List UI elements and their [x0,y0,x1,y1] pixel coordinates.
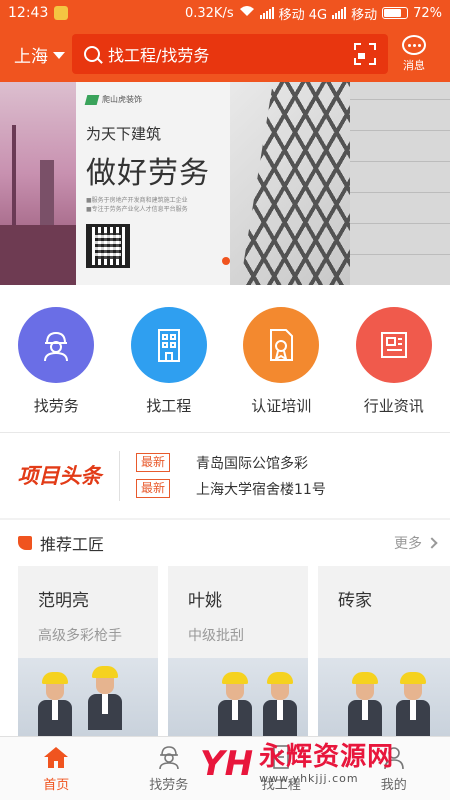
headlines-logo: 项目头条 [0,450,120,501]
watermark-url: www.yhkjjj.com [259,772,359,785]
project-headlines: 项目头条 最新 青岛国际公馆多彩 最新 上海大学宿舍楼11号 [0,432,450,518]
quick-label: 行业资讯 [363,397,424,415]
network-speed: 0.32K/s [184,5,234,21]
banner-brand: 爬山虎装饰 [102,95,142,104]
more-label: 更多 [394,536,422,552]
newspaper-icon [355,307,432,383]
city-selector[interactable]: 上海 [14,42,72,67]
craftsman-name: 砖家 [338,591,372,611]
building-icon [130,307,207,383]
flag-icon [18,536,32,550]
banner-architecture-photo [230,82,450,285]
section-title: 推荐工匠 [40,535,105,554]
new-badge: 最新 [136,453,171,472]
message-label: 消息 [403,59,425,72]
certificate-icon [243,307,320,383]
watermark: YH 永辉资源网 www.yhkjjj.com [200,742,394,785]
quick-find-labor[interactable]: 找劳务 [6,307,106,432]
banner-subtext-1: ■服务于房地产开发商和建筑施工企业 [86,197,188,204]
craftsman-skill [318,611,450,625]
recommended-craftsmen: 推荐工匠 更多 范明亮 高级多彩枪手 叶姚 中级批刮 砖家 [0,520,450,736]
city-label: 上海 [14,46,48,67]
watermark-logo: YH [200,743,254,784]
banner-slogan: 为天下建筑 [86,125,162,143]
new-badge: 最新 [136,479,171,498]
message-button[interactable]: 消息 [388,35,440,73]
craftsman-photo [168,658,308,736]
headline-item[interactable]: 最新 青岛国际公馆多彩 [136,450,450,476]
headline-text: 青岛国际公馆多彩 [196,455,309,472]
search-placeholder: 找工程/找劳务 [108,46,210,65]
craftsman-skill: 中级批刮 [188,628,244,644]
status-time: 12:43 [8,5,49,21]
craftsman-photo [318,658,450,736]
quick-label: 认证培训 [251,397,312,415]
quick-label: 找劳务 [33,397,79,415]
tab-label: 找劳务 [149,778,189,793]
status-bar: 12:43 0.32K/s 移动 4G 移动 72% [0,0,450,26]
caret-down-icon [53,51,65,59]
app-notification-icon [54,6,69,20]
search-bar[interactable]: 找工程/找劳务 [72,34,388,74]
quick-links: 找劳务 找工程 认证培训 行业资讯 [0,285,450,432]
signal-icon-2 [332,7,347,19]
banner-city-photo [0,82,80,285]
quick-find-project[interactable]: 找工程 [119,307,219,432]
carousel-indicator[interactable] [222,257,230,265]
banner-subtext-2: ■专注于劳务产业化人才信息平台服务 [86,206,188,213]
tab-label: 首页 [43,778,70,793]
worker-icon [18,307,95,383]
watermark-name: 永辉资源网 [259,742,395,772]
scan-icon[interactable] [354,43,376,65]
wifi-icon [239,5,255,21]
tab-home[interactable]: 首页 [0,737,113,800]
qr-code-icon [86,224,130,268]
quick-certification[interactable]: 认证培训 [231,307,331,432]
brand-logo-icon [84,94,100,105]
craftsman-card[interactable]: 砖家 [318,566,450,736]
headline-item[interactable]: 最新 上海大学宿舍楼11号 [136,476,450,502]
craftsman-name: 范明亮 [38,591,89,611]
craftsman-name: 叶姚 [188,591,222,611]
carrier-1: 移动 4G [278,7,328,23]
chevron-right-icon [426,537,438,549]
banner-title: 做好劳务 [86,156,210,191]
chat-bubble-icon [402,35,426,55]
promo-banner[interactable]: 爬山虎装饰 为天下建筑 做好劳务 ■服务于房地产开发商和建筑施工企业 ■专注于劳… [0,82,450,285]
quick-industry-news[interactable]: 行业资讯 [344,307,444,432]
app-header: 上海 找工程/找劳务 消息 [0,26,450,82]
craftsman-skill: 高级多彩枪手 [38,628,122,644]
battery-percent: 72% [413,5,442,21]
craftsman-card[interactable]: 叶姚 中级批刮 [168,566,308,736]
craftsman-card[interactable]: 范明亮 高级多彩枪手 [18,566,158,736]
headline-text: 上海大学宿舍楼11号 [196,481,326,498]
signal-icon [259,7,274,19]
banner-text-panel: 爬山虎装饰 为天下建筑 做好劳务 ■服务于房地产开发商和建筑施工企业 ■专注于劳… [76,82,230,285]
quick-label: 找工程 [146,397,192,415]
battery-icon [382,7,409,19]
carrier-2: 移动 [351,7,378,23]
craftsman-photo [18,658,158,736]
search-icon [84,46,100,62]
worker-icon [155,744,183,770]
home-icon [42,744,70,770]
more-link[interactable]: 更多 [394,533,438,553]
top-bar: 12:43 0.32K/s 移动 4G 移动 72% 上海 找工程/找劳务 消息 [0,0,450,82]
